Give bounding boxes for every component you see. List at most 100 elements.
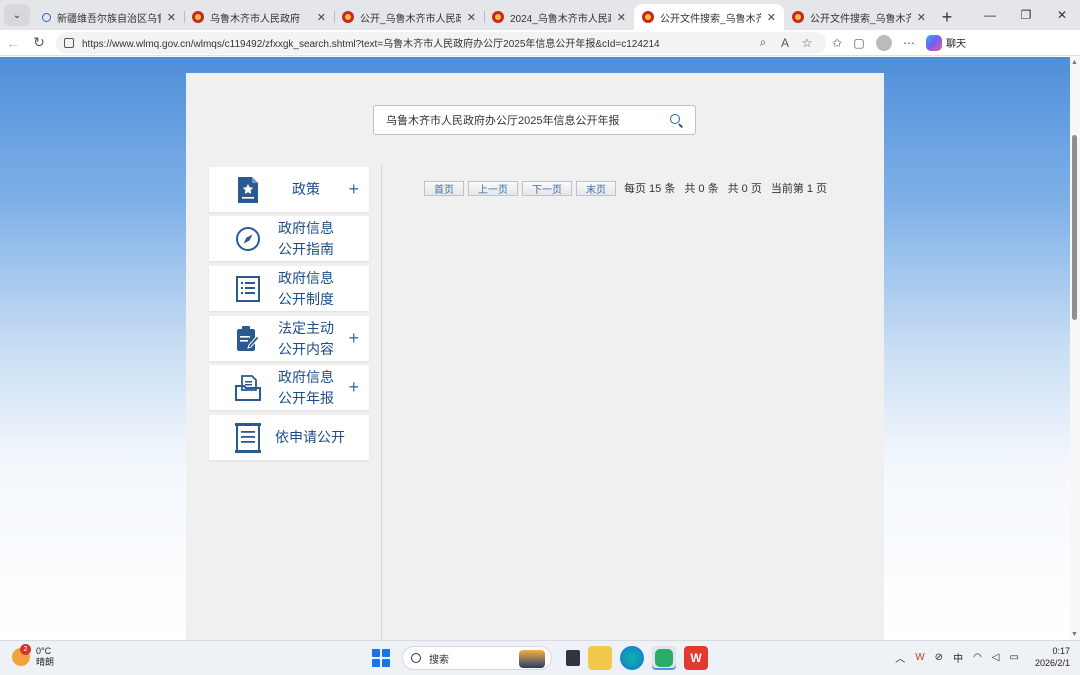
show-hidden-icons-chevron-icon[interactable]: ︿	[895, 650, 905, 665]
search-icon[interactable]	[670, 113, 683, 127]
wps-tray-icon[interactable]: W	[915, 652, 924, 663]
favorites-icon[interactable]: ✩	[826, 36, 848, 50]
copilot-button[interactable]: 聊天	[926, 34, 966, 51]
sidebar-divider	[381, 165, 382, 640]
first-page-button[interactable]: 首页	[424, 180, 464, 196]
sidebar-item-statutory[interactable]: 法定主动 公开内容 +	[209, 316, 369, 361]
sidebar-item-on-request[interactable]: 依申请公开	[209, 415, 369, 460]
file-explorer-icon[interactable]	[588, 646, 612, 670]
sidebar-item-label: 政府信息 公开制度	[271, 268, 341, 310]
wps-office-icon[interactable]: W	[684, 646, 708, 670]
search-icon	[42, 12, 51, 22]
task-view-icon[interactable]	[566, 650, 580, 666]
gov-emblem-icon	[342, 11, 354, 23]
search-input[interactable]: 乌鲁木齐市人民政府办公厅2025年信息公开年报	[373, 105, 696, 135]
scroll-up-icon[interactable]: ▲	[1071, 59, 1078, 66]
gov-emblem-icon	[492, 11, 504, 23]
url-text[interactable]: https://www.wlmq.gov.cn/wlmqs/c119492/zf…	[82, 35, 752, 50]
gov-emblem-icon	[642, 11, 654, 23]
network-off-icon[interactable]: ⊘	[935, 652, 943, 663]
new-tab-button[interactable]: +	[934, 4, 960, 30]
windows-start-icon[interactable]	[372, 649, 390, 667]
prev-page-button[interactable]: 上一页	[468, 180, 518, 196]
battery-icon[interactable]: ▭	[1010, 652, 1019, 663]
sidebar-item-label: 依申请公开	[275, 429, 345, 445]
tab-close-icon[interactable]: ✕	[767, 11, 776, 24]
ime-indicator[interactable]: 中	[953, 650, 963, 665]
label-line-2: 公开指南	[278, 240, 334, 257]
pagination: 首页 上一页 下一页 末页 每页 15 条 共 0 条 共 0 页 当前第 1 …	[424, 180, 836, 196]
content-panel: 乌鲁木齐市人民政府办公厅2025年信息公开年报 政策 + 政府信息 公开指南 政…	[186, 73, 884, 640]
browser-tab[interactable]: 公开文件搜索_乌鲁木齐市人民 ✕	[784, 4, 934, 30]
browser-tab[interactable]: 新疆维吾尔族自治区乌鲁木齐 ✕	[34, 4, 184, 30]
expand-plus-icon[interactable]: +	[348, 377, 359, 398]
minimize-icon[interactable]: —	[972, 8, 1008, 22]
volume-icon[interactable]: ◁	[992, 652, 1000, 663]
scrollbar-thumb[interactable]	[1072, 135, 1077, 320]
favorite-star-icon[interactable]: ☆	[796, 36, 818, 50]
tab-close-icon[interactable]: ✕	[917, 11, 926, 24]
tab-close-icon[interactable]: ✕	[317, 11, 326, 24]
tab-title: 公开_乌鲁木齐市人民政府	[360, 13, 461, 25]
clock-date: 2026/2/1	[1034, 658, 1070, 668]
taskbar-search[interactable]: 搜索	[402, 646, 552, 670]
read-aloud-icon[interactable]: A	[774, 36, 796, 50]
browser-tab-strip: ⌄ 新疆维吾尔族自治区乌鲁木齐 ✕ 乌鲁木齐市人民政府 ✕ 公开_乌鲁木齐市人民…	[0, 0, 1080, 30]
profile-avatar[interactable]	[876, 34, 892, 51]
window-controls: — ❐ ✕	[972, 0, 1080, 30]
back-arrow-icon[interactable]: ←	[0, 35, 26, 51]
clock-time: 0:17	[1052, 646, 1070, 656]
more-menu-icon[interactable]: ⋯	[898, 36, 920, 50]
weather-icon: 2	[12, 644, 31, 666]
label-line-2: 公开年报	[278, 389, 334, 406]
taskbar-apps: 搜索 W	[372, 646, 712, 670]
browser-tab[interactable]: 2024_乌鲁木齐市人民政府 ✕	[484, 4, 634, 30]
page-scrollbar[interactable]: ▲ ▼	[1070, 57, 1080, 640]
next-page-button[interactable]: 下一页	[522, 180, 572, 196]
browser-tab[interactable]: 乌鲁木齐市人民政府 ✕	[184, 4, 334, 30]
label-line-2: 公开内容	[278, 340, 334, 357]
tab-title: 新疆维吾尔族自治区乌鲁木齐	[57, 13, 161, 25]
collections-icon[interactable]: ▢	[848, 36, 870, 50]
sidebar-item-label: 法定主动 公开内容	[271, 318, 341, 360]
sidebar-item-guide[interactable]: 政府信息 公开指南	[209, 216, 369, 261]
label-line-1: 政府信息	[278, 269, 334, 286]
policy-doc-icon	[233, 175, 263, 205]
wifi-icon[interactable]: ◠	[973, 652, 982, 663]
list-doc-icon	[233, 274, 263, 304]
search-query-text[interactable]: 乌鲁木齐市人民政府办公厅2025年信息公开年报	[386, 112, 670, 128]
tab-close-icon[interactable]: ✕	[167, 11, 176, 24]
per-page-count: 每页 15 条	[624, 183, 676, 195]
sidebar-item-annual-report[interactable]: 政府信息 公开年报 +	[209, 365, 369, 410]
edge-browser-icon[interactable]	[620, 646, 644, 670]
address-bar[interactable]: https://www.wlmq.gov.cn/wlmqs/c119492/zf…	[56, 31, 826, 54]
sidebar-item-label: 政府信息 公开指南	[271, 218, 341, 260]
zoom-icon[interactable]: ⌕	[752, 35, 774, 50]
scroll-down-icon[interactable]: ▼	[1071, 631, 1078, 638]
expand-plus-icon[interactable]: +	[348, 179, 359, 200]
close-window-icon[interactable]: ✕	[1044, 8, 1080, 22]
tab-close-icon[interactable]: ✕	[467, 11, 476, 24]
label-line-1: 法定主动	[278, 319, 334, 336]
clipboard-edit-icon	[233, 324, 263, 354]
notification-badge: 2	[20, 644, 31, 655]
browser-tab[interactable]: 公开_乌鲁木齐市人民政府 ✕	[334, 4, 484, 30]
browser-tab-active[interactable]: 公开文件搜索_乌鲁木齐市人民 ✕	[634, 4, 784, 30]
sidebar-item-policy[interactable]: 政策 +	[209, 167, 369, 212]
wechat-icon[interactable]	[652, 646, 676, 670]
restore-icon[interactable]: ❐	[1008, 8, 1044, 22]
refresh-icon[interactable]: ↻	[26, 34, 52, 51]
expand-plus-icon[interactable]: +	[348, 328, 359, 349]
tab-close-icon[interactable]: ✕	[617, 11, 626, 24]
weather-widget[interactable]: 2 0°C 晴朗	[12, 644, 54, 668]
search-highlight-image	[519, 650, 545, 668]
gov-emblem-icon	[792, 11, 804, 23]
sidebar-item-label: 政策	[292, 181, 320, 197]
system-clock[interactable]: 0:17 2026/2/1	[1035, 645, 1070, 669]
sidebar-item-system[interactable]: 政府信息 公开制度	[209, 266, 369, 311]
last-page-button[interactable]: 末页	[576, 180, 616, 196]
copilot-label: 聊天	[946, 39, 966, 50]
label-line-1: 政府信息	[278, 219, 334, 236]
weather-temperature: 0°C	[36, 646, 52, 656]
tab-actions-menu-button[interactable]: ⌄	[4, 4, 30, 26]
